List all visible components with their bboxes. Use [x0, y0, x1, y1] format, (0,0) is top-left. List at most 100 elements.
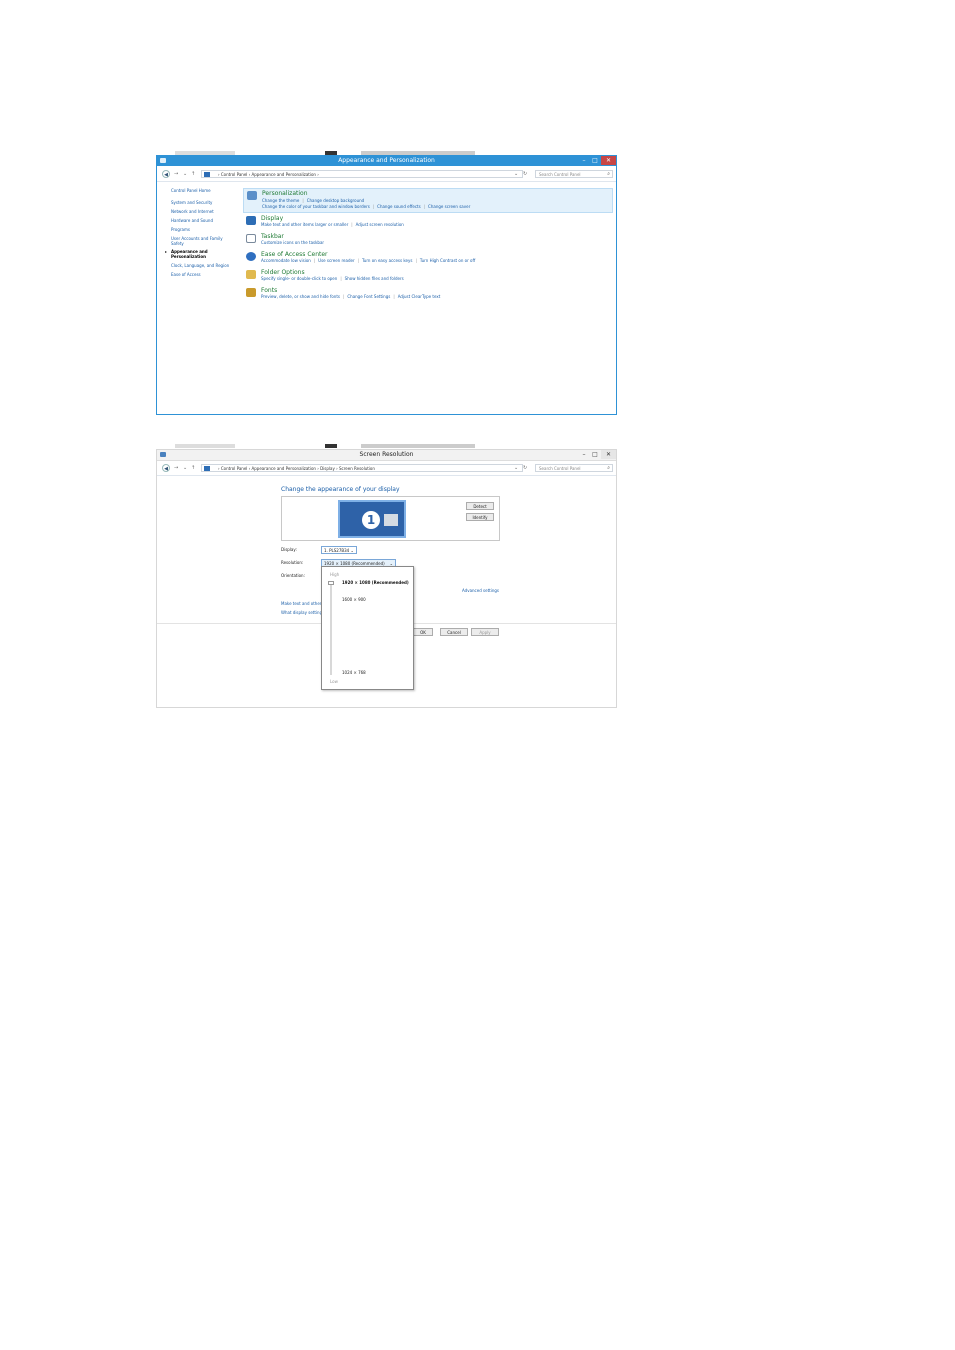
display-label: Display: — [281, 547, 297, 552]
category-personalization: Personalization Change the theme | Change … — [243, 188, 613, 213]
category-taskbar: Taskbar Customize icons on the taskbar — [243, 232, 613, 248]
minimize-button[interactable]: – — [579, 450, 589, 459]
resolution-slider-track[interactable] — [330, 581, 332, 675]
adjust-cleartype-link[interactable]: Adjust ClearType text — [398, 294, 441, 299]
orientation-label: Orientation: — [281, 573, 305, 578]
apply-button: Apply — [471, 628, 499, 636]
sidebar-item-system[interactable]: System and Security — [171, 200, 212, 205]
selected-arrow-icon: ▸ — [165, 249, 168, 254]
control-panel-icon — [204, 172, 210, 177]
sidebar-item-user-accounts-2[interactable]: Safety — [171, 241, 184, 246]
window-title: Appearance and Personalization — [338, 157, 435, 164]
screen-resolution-window: Screen Resolution – □ ✕ ◀ → ⌄ ↑ › Contro… — [156, 449, 617, 708]
forward-icon[interactable]: → — [174, 170, 178, 178]
show-hidden-files-link[interactable]: Show hidden files and folders — [345, 276, 404, 281]
close-button[interactable]: ✕ — [601, 450, 616, 459]
category-display: Display Make text and other items larger… — [243, 214, 613, 230]
page-heading: Change the appearance of your display — [281, 486, 400, 493]
separator: | — [357, 258, 359, 263]
forward-icon[interactable]: → — [174, 464, 178, 472]
category-title[interactable]: Taskbar — [261, 233, 284, 240]
refresh-icon[interactable]: ↻ — [523, 170, 527, 178]
high-contrast-link[interactable]: Turn High Contrast on or off — [420, 258, 475, 263]
separator: | — [351, 222, 353, 227]
category-title[interactable]: Folder Options — [261, 269, 305, 276]
single-double-click-link[interactable]: Specify single- or double-click to open — [261, 276, 337, 281]
address-path: › Control Panel › Appearance and Persona… — [218, 172, 319, 177]
separator: | — [313, 258, 316, 263]
up-arrow-icon[interactable]: ↑ — [191, 170, 195, 178]
search-icon: ⌕ — [607, 171, 610, 177]
maximize-button[interactable]: □ — [590, 156, 600, 165]
resolution-option[interactable]: 1600 × 900 — [342, 597, 366, 603]
separator: | — [302, 198, 304, 203]
identify-button[interactable]: Identify — [466, 513, 494, 521]
make-text-link[interactable]: Make text and other — [281, 601, 321, 607]
change-sound-effects-link[interactable]: Change sound effects — [377, 204, 421, 209]
change-font-settings-link[interactable]: Change Font Settings — [347, 294, 390, 299]
up-arrow-icon[interactable]: ↑ — [191, 464, 195, 472]
sidebar-item-home[interactable]: Control Panel Home — [171, 188, 211, 193]
dropdown-chevron-icon[interactable]: ⌄ — [514, 464, 518, 472]
category-title[interactable]: Fonts — [261, 287, 277, 294]
display-settings-link[interactable]: What display setting — [281, 610, 322, 616]
recent-chevron-icon[interactable]: ⌄ — [183, 464, 187, 472]
taskbar-icon — [246, 234, 256, 243]
fonts-icon — [246, 288, 256, 297]
back-icon[interactable]: ◀ — [162, 464, 170, 472]
resolution-label: Resolution: — [281, 560, 304, 565]
refresh-icon[interactable]: ↻ — [523, 464, 527, 472]
screen-reader-link[interactable]: Use screen reader — [318, 258, 354, 263]
change-screen-saver-link[interactable]: Change screen saver — [428, 204, 470, 209]
detect-button[interactable]: Detect — [466, 502, 494, 510]
close-button[interactable]: ✕ — [601, 156, 616, 165]
category-links-row: Accommodate low vision | Use screen reader… — [261, 258, 475, 263]
advanced-settings-link[interactable]: Advanced settings — [462, 588, 499, 594]
category-title[interactable]: Ease of Access Center — [261, 251, 328, 258]
low-vision-link[interactable]: Accommodate low vision — [261, 258, 311, 263]
sidebar-item-clock[interactable]: Clock, Language, and Region — [171, 263, 229, 268]
resolution-slider-thumb[interactable] — [328, 581, 334, 585]
resolution-dropdown[interactable]: High 1920 × 1080 (Recommended) 1600 × 90… — [321, 566, 414, 690]
sidebar-item-network[interactable]: Network and Internet — [171, 209, 214, 214]
sidebar-item-hardware[interactable]: Hardware and Sound — [171, 218, 213, 223]
cancel-button[interactable]: Cancel — [440, 628, 468, 636]
ok-button[interactable]: OK — [413, 628, 433, 636]
monitor-number: 1 — [362, 511, 380, 529]
address-bar[interactable]: › Control Panel › Appearance and Persona… — [201, 170, 523, 178]
display-select[interactable]: 1. PLS27B34 ⌄ — [321, 546, 357, 554]
monitor-icon[interactable]: 1 — [338, 500, 406, 538]
address-row: ◀ → ⌄ ↑ › Control Panel › Appearance and… — [157, 167, 616, 182]
change-theme-link[interactable]: Change the theme — [262, 198, 299, 203]
address-bar[interactable]: › Control Panel › Appearance and Persona… — [201, 464, 523, 472]
dropdown-chevron-icon[interactable]: ⌄ — [514, 170, 518, 178]
sidebar-item-programs[interactable]: Programs — [171, 227, 190, 232]
preview-fonts-link[interactable]: Preview, delete, or show and hide fonts — [261, 294, 340, 299]
separator: | — [343, 294, 345, 299]
adjust-resolution-link[interactable]: Adjust screen resolution — [356, 222, 404, 227]
search-box[interactable]: Search Control Panel ⌕ — [535, 170, 613, 178]
recent-chevron-icon[interactable]: ⌄ — [183, 170, 187, 178]
category-title[interactable]: Display — [261, 215, 283, 222]
change-taskbar-color-link[interactable]: Change the color of your taskbar and win… — [262, 204, 370, 209]
address-path: › Control Panel › Appearance and Persona… — [218, 466, 375, 471]
sidebar-item-appearance-2[interactable]: Personalization — [171, 254, 206, 259]
category-title[interactable]: Personalization — [262, 190, 308, 197]
display-icon — [204, 466, 210, 471]
search-box[interactable]: Search Control Panel ⌕ — [535, 464, 613, 472]
top-strip-2 — [175, 444, 475, 448]
category-links-row: Change the theme | Change desktop backgrou… — [262, 198, 364, 203]
change-desktop-background-link[interactable]: Change desktop background — [307, 198, 364, 203]
easy-access-keys-link[interactable]: Turn on easy access keys — [362, 258, 412, 263]
resolution-option[interactable]: 1920 × 1080 (Recommended) — [342, 580, 409, 586]
back-icon[interactable]: ◀ — [162, 170, 170, 178]
category-fonts: Fonts Preview, delete, or show and hide … — [243, 286, 613, 302]
customize-taskbar-icons-link[interactable]: Customize icons on the taskbar — [261, 240, 324, 245]
maximize-button[interactable]: □ — [590, 450, 600, 459]
sidebar-item-ease[interactable]: Ease of Access — [171, 272, 201, 277]
make-text-larger-link[interactable]: Make text and other items larger or smal… — [261, 222, 348, 227]
monitor-preview: 1 Detect Identify — [281, 496, 500, 541]
minimize-button[interactable]: – — [579, 156, 589, 165]
category-links-row: Specify single- or double-click to open |… — [261, 276, 404, 281]
resolution-option[interactable]: 1024 × 768 — [342, 670, 366, 676]
